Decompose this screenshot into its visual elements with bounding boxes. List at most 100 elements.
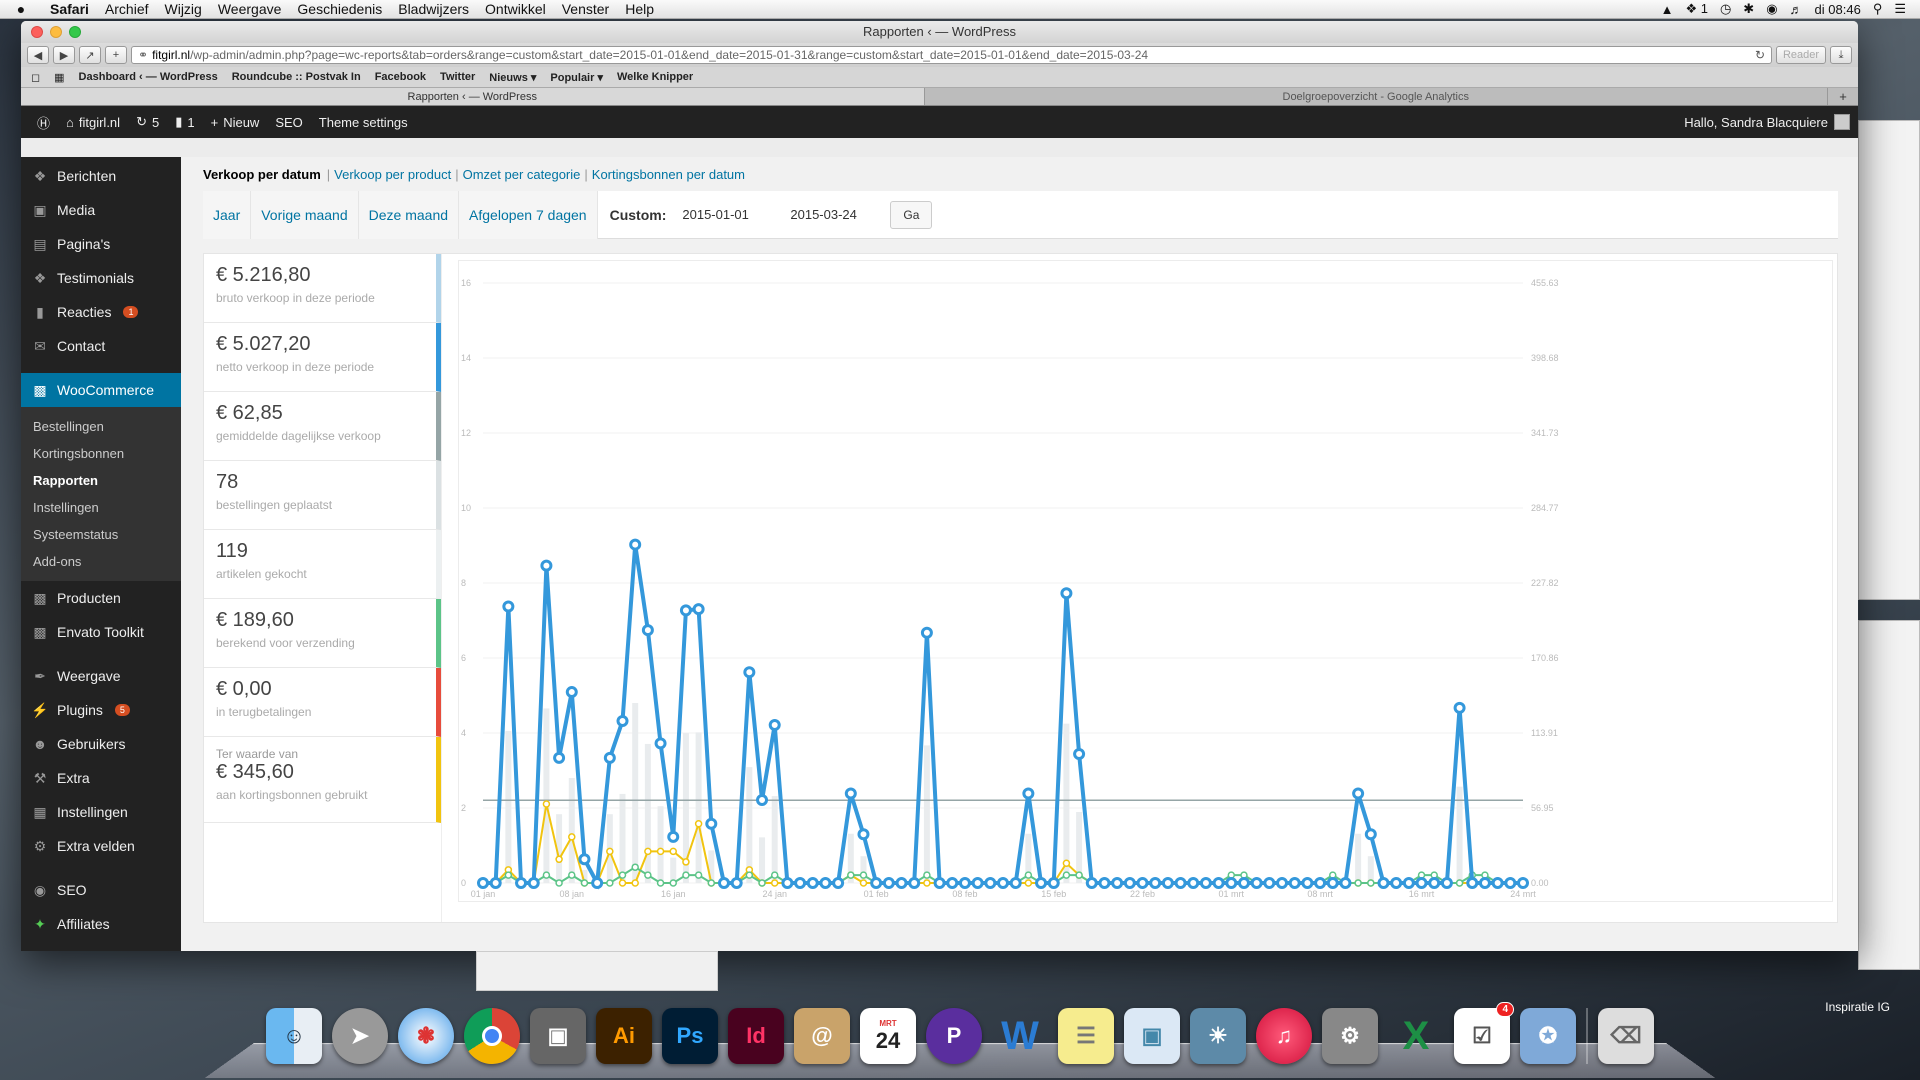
tab-add-button[interactable]: + bbox=[1828, 88, 1858, 105]
sidebar-item-weergave[interactable]: ✒ Weergave bbox=[21, 659, 181, 693]
forward-button[interactable]: ▶ bbox=[53, 46, 75, 64]
submenu-systeemstatus[interactable]: Systeemstatus bbox=[21, 521, 181, 548]
preview-icon[interactable]: ▣ bbox=[1124, 1008, 1180, 1064]
photoshop-icon[interactable]: Ps bbox=[662, 1008, 718, 1064]
sidebar-item-berichten[interactable]: ❖ Berichten bbox=[21, 159, 181, 193]
timemachine-icon[interactable]: ◷ bbox=[1720, 1, 1731, 17]
minimize-icon[interactable] bbox=[50, 26, 62, 38]
mail-app-icon[interactable]: ✪ bbox=[1520, 1008, 1576, 1064]
sidebar-item-extra[interactable]: ⚒ Extra bbox=[21, 761, 181, 795]
bookmark-item[interactable]: Nieuws ▾ bbox=[489, 71, 536, 84]
go-button[interactable]: Ga bbox=[890, 200, 933, 229]
wifi-icon[interactable]: ◉ bbox=[1766, 1, 1777, 17]
range-last-7-days[interactable]: Afgelopen 7 dagen bbox=[459, 190, 598, 239]
menu-item[interactable]: Venster bbox=[554, 1, 617, 17]
new-link[interactable]: + Nieuw bbox=[203, 106, 268, 138]
sidebar-item-media[interactable]: ▣ Media bbox=[21, 193, 181, 227]
zoom-icon[interactable] bbox=[69, 26, 81, 38]
seo-link[interactable]: SEO bbox=[267, 106, 310, 138]
tab-analytics[interactable]: Doelgroepoverzicht - Google Analytics bbox=[925, 88, 1828, 105]
sidebar-item-paginas[interactable]: ▤ Pagina's bbox=[21, 227, 181, 261]
sidebar-item-affiliates[interactable]: ✦ Affiliates bbox=[21, 907, 181, 941]
start-date-input[interactable]: 2015-01-01 bbox=[674, 207, 782, 222]
menu-item[interactable]: Weergave bbox=[210, 1, 290, 17]
sidebar-item-testimonials[interactable]: ❖ Testimonials bbox=[21, 261, 181, 295]
end-date-input[interactable]: 2015-03-24 bbox=[782, 207, 890, 222]
volume-icon[interactable]: ♬ bbox=[1790, 2, 1803, 17]
sidebar-item-envato-toolkit[interactable]: ▩ Envato Toolkit bbox=[21, 615, 181, 649]
itunes-icon[interactable]: ♫ bbox=[1256, 1008, 1312, 1064]
legend-item-refunds[interactable]: € 0,00 in terugbetalingen bbox=[204, 668, 441, 737]
reader-button[interactable]: Reader bbox=[1776, 46, 1826, 64]
spotlight-icon[interactable]: ⚲ bbox=[1873, 1, 1883, 17]
legend-item-gross[interactable]: € 5.216,80 bruto verkoop in deze periode bbox=[204, 254, 441, 323]
menu-item[interactable]: Ontwikkel bbox=[477, 1, 554, 17]
report-tab-current[interactable]: Verkoop per datum bbox=[203, 167, 321, 182]
menu-item[interactable]: Geschiedenis bbox=[289, 1, 390, 17]
apple-icon[interactable]: ● bbox=[0, 1, 42, 17]
clock[interactable]: di 08:46 bbox=[1815, 2, 1861, 17]
iphoto-icon[interactable]: ☀ bbox=[1190, 1008, 1246, 1064]
excel-icon[interactable]: X bbox=[1388, 1008, 1444, 1064]
bookmark-item[interactable]: Twitter bbox=[440, 71, 475, 83]
address-bar[interactable]: ⚭ fitgirl.nl/wp-admin/admin.php?page=wc-… bbox=[131, 46, 1772, 64]
range-last-month[interactable]: Vorige maand bbox=[251, 190, 359, 239]
report-tab-product[interactable]: Verkoop per product bbox=[334, 167, 451, 182]
legend-item-coupons[interactable]: Ter waarde van € 345,60 aan kortingsbonnen… bbox=[204, 737, 441, 823]
back-button[interactable]: ◀ bbox=[27, 46, 49, 64]
submenu-add-ons[interactable]: Add-ons bbox=[21, 548, 181, 575]
sidebar-item-woocommerce[interactable]: ▩ WooCommerce bbox=[21, 373, 181, 407]
sidebar-item-plugins[interactable]: ⚡ Plugins 5 bbox=[21, 693, 181, 727]
launchpad-icon[interactable]: ➤ bbox=[332, 1008, 388, 1064]
share-button[interactable]: ↗ bbox=[79, 46, 101, 64]
photo-slideshow-icon[interactable]: ▣ bbox=[530, 1008, 586, 1064]
avatar[interactable] bbox=[1834, 114, 1850, 130]
dropbox-status[interactable]: ❖ 1 bbox=[1685, 1, 1708, 17]
menu-item[interactable]: Wijzig bbox=[157, 1, 210, 17]
theme-settings-link[interactable]: Theme settings bbox=[311, 106, 416, 138]
desktop-folder-label[interactable]: Inspiratie IG bbox=[1825, 1000, 1890, 1014]
adobe-icon[interactable]: ▲ bbox=[1661, 2, 1674, 17]
sidebar-item-extra-velden[interactable]: ⚙ Extra velden bbox=[21, 829, 181, 863]
sidebar-item-contact[interactable]: ✉ Contact bbox=[21, 329, 181, 363]
finder-icon[interactable]: ☺ bbox=[266, 1008, 322, 1064]
legend-item-orders[interactable]: 78 bestellingen geplaatst bbox=[204, 461, 441, 530]
submenu-instellingen[interactable]: Instellingen bbox=[21, 494, 181, 521]
new-tab-button[interactable]: + bbox=[105, 46, 127, 64]
indesign-icon[interactable]: Id bbox=[728, 1008, 784, 1064]
bookmark-item[interactable]: Populair ▾ bbox=[550, 71, 603, 84]
word-icon[interactable]: W bbox=[992, 1008, 1048, 1064]
sidebar-item-seo[interactable]: ◉ SEO bbox=[21, 873, 181, 907]
calendar-icon[interactable]: MRT 24 bbox=[860, 1008, 916, 1064]
menu-item[interactable]: Archief bbox=[97, 1, 157, 17]
range-year[interactable]: Jaar bbox=[203, 190, 252, 239]
wp-logo-icon[interactable]: Ⓗ bbox=[29, 106, 58, 138]
bookmark-item[interactable]: Welke Knipper bbox=[617, 71, 693, 83]
notifications-icon[interactable]: ☰ bbox=[1894, 1, 1906, 17]
range-this-month[interactable]: Deze maand bbox=[358, 190, 460, 239]
menu-app[interactable]: Safari bbox=[42, 1, 97, 17]
submenu-bestellingen[interactable]: Bestellingen bbox=[21, 413, 181, 440]
submenu-kortingsbonnen[interactable]: Kortingsbonnen bbox=[21, 440, 181, 467]
site-link[interactable]: ⌂ fitgirl.nl bbox=[58, 106, 128, 138]
legend-item-net[interactable]: € 5.027,20 netto verkoop in deze periode bbox=[204, 323, 441, 392]
download-button[interactable]: ⤓ bbox=[1830, 46, 1852, 64]
tab-rapporten[interactable]: Rapporten ‹ — WordPress bbox=[21, 88, 925, 105]
legend-item-shipping[interactable]: € 189,60 berekend voor verzending bbox=[204, 599, 441, 668]
sidebar-item-gebruikers[interactable]: ☻ Gebruikers bbox=[21, 727, 181, 761]
system-preferences-icon[interactable]: ⚙ bbox=[1322, 1008, 1378, 1064]
legend-item-items[interactable]: 119 artikelen gekocht bbox=[204, 530, 441, 599]
stickies-icon[interactable]: ☰ bbox=[1058, 1008, 1114, 1064]
reading-list-icon[interactable]: ◻ bbox=[31, 71, 40, 84]
bookmark-item[interactable]: Facebook bbox=[375, 71, 426, 83]
updates-link[interactable]: ↻ 5 bbox=[128, 106, 167, 138]
user-greeting[interactable]: Hallo, Sandra Blacquiere bbox=[1684, 115, 1828, 130]
bookmark-item[interactable]: Dashboard ‹ — WordPress bbox=[79, 71, 218, 83]
report-tab-coupons[interactable]: Kortingsbonnen per datum bbox=[592, 167, 745, 182]
safari-icon[interactable]: ❃ bbox=[398, 1008, 454, 1064]
menu-item[interactable]: Help bbox=[617, 1, 662, 17]
contacts-icon[interactable]: @ bbox=[794, 1008, 850, 1064]
close-icon[interactable] bbox=[31, 26, 43, 38]
bluetooth-icon[interactable]: ✱ bbox=[1743, 1, 1754, 17]
submenu-rapporten[interactable]: Rapporten bbox=[21, 467, 181, 494]
